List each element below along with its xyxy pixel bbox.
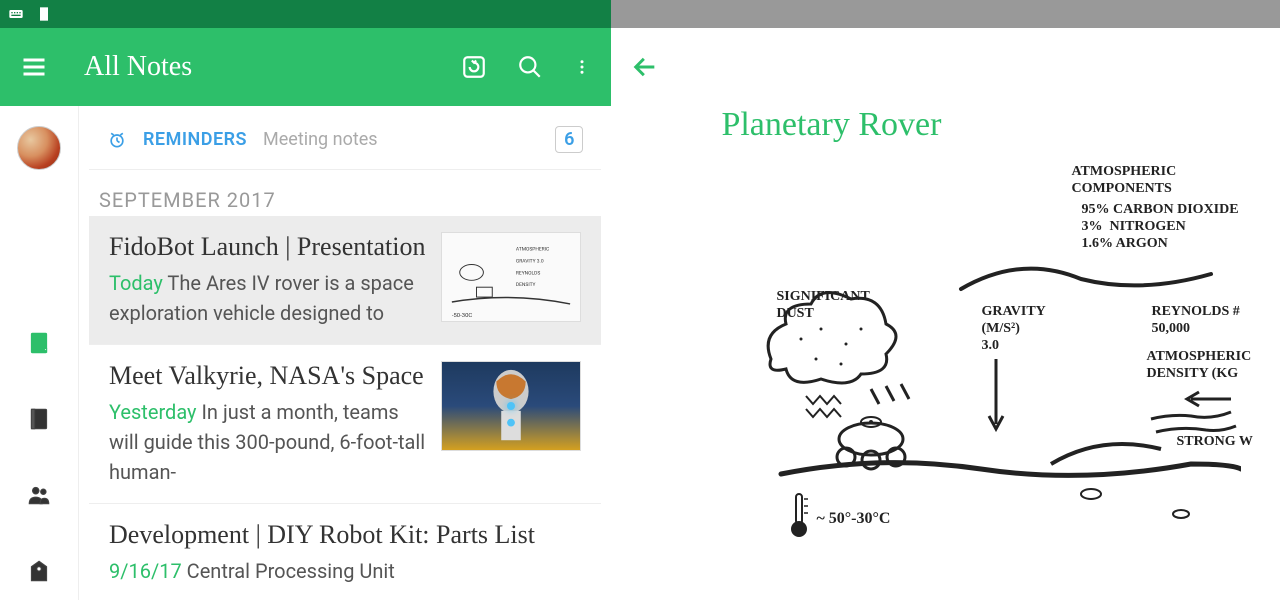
note-detail-pane: Planetary Rover (611, 0, 1280, 600)
reminder-clock-icon (107, 130, 127, 150)
android-status-bar (0, 0, 611, 28)
page-title: All Notes (84, 51, 461, 83)
note-date: Today (109, 271, 163, 295)
note-card[interactable]: FidoBot Launch | Presentation Today The … (89, 216, 601, 345)
overflow-menu-icon[interactable] (573, 54, 591, 80)
note-title: Development | DIY Robot Kit: Parts List (109, 520, 581, 550)
reminders-bar[interactable]: REMINDERS Meeting notes 6 (89, 110, 601, 170)
note-title: Meet Valkyrie, NASA's Space (109, 361, 425, 391)
detail-status-bar (611, 0, 1280, 28)
annotation-temp: ~ 50°-30°C (816, 509, 890, 528)
note-date: 9/16/17 (109, 559, 182, 583)
annotation-density: ATMOSPHERIC DENSITY (KG (1146, 349, 1251, 383)
reminders-label: REMINDERS (143, 129, 247, 150)
svg-text:ATMOSPHERIC: ATMOSPHERIC (516, 247, 549, 253)
note-snippet: 9/16/17 Central Processing Unit (109, 556, 581, 586)
annotation-reynolds: REYNOLDS # 50,000 (1151, 304, 1239, 338)
annotation-atmo-lines: 95% CARBON DIOXIDE 3% NITROGEN 1.6% ARGO… (1081, 202, 1238, 252)
svg-text:-50-30C: -50-30C (452, 313, 473, 319)
annotation-atmo-header: ATMOSPHERIC COMPONENTS (1071, 164, 1176, 198)
note-thumbnail (441, 361, 581, 451)
notes-rail-icon[interactable] (26, 330, 52, 356)
sketch-canvas: ATMOSPHERIC COMPONENTS 95% CARBON DIOXID… (721, 164, 1241, 564)
storage-status-icon (36, 6, 52, 22)
reminders-subtext: Meeting notes (263, 129, 378, 150)
annotation-dust: SIGNIFICANT DUST (776, 289, 869, 323)
reminders-count: 6 (555, 126, 583, 153)
note-snippet: Yesterday In just a month, teams will gu… (109, 397, 425, 487)
back-button[interactable] (631, 53, 659, 81)
svg-text:GRAVITY 3.0: GRAVITY 3.0 (516, 259, 544, 265)
note-title: FidoBot Launch | Presentation (109, 232, 425, 262)
note-card[interactable]: Development | DIY Robot Kit: Parts List … (89, 504, 601, 600)
svg-text:REYNOLDS: REYNOLDS (516, 270, 540, 276)
note-thumbnail: ATMOSPHERIC GRAVITY 3.0 REYNOLDS DENSITY… (441, 232, 581, 322)
note-card[interactable]: Meet Valkyrie, NASA's Space Yesterday In… (89, 345, 601, 504)
tags-rail-icon[interactable] (26, 558, 52, 584)
annotation-gravity: GRAVITY (M/S²) 3.0 (981, 304, 1045, 354)
sync-icon[interactable] (461, 54, 487, 80)
menu-button[interactable] (20, 53, 48, 81)
svg-text:DENSITY: DENSITY (516, 282, 536, 288)
notebooks-rail-icon[interactable] (26, 406, 52, 432)
note-snippet: Today The Ares IV rover is a space explo… (109, 268, 425, 328)
note-list-pane: All Notes (0, 0, 611, 600)
note-body[interactable]: Planetary Rover (611, 106, 1280, 600)
annotation-strong: STRONG W (1176, 434, 1252, 451)
avatar[interactable] (17, 126, 61, 170)
search-icon[interactable] (517, 54, 543, 80)
keyboard-status-icon (8, 6, 24, 22)
note-heading: Planetary Rover (721, 106, 1241, 144)
detail-header (611, 28, 1280, 106)
note-list: REMINDERS Meeting notes 6 SEPTEMBER 2017… (78, 106, 611, 600)
side-rail (0, 106, 78, 600)
shared-rail-icon[interactable] (26, 482, 52, 508)
section-header: SEPTEMBER 2017 (79, 170, 611, 216)
note-date: Yesterday (109, 400, 197, 424)
app-bar: All Notes (0, 28, 611, 106)
